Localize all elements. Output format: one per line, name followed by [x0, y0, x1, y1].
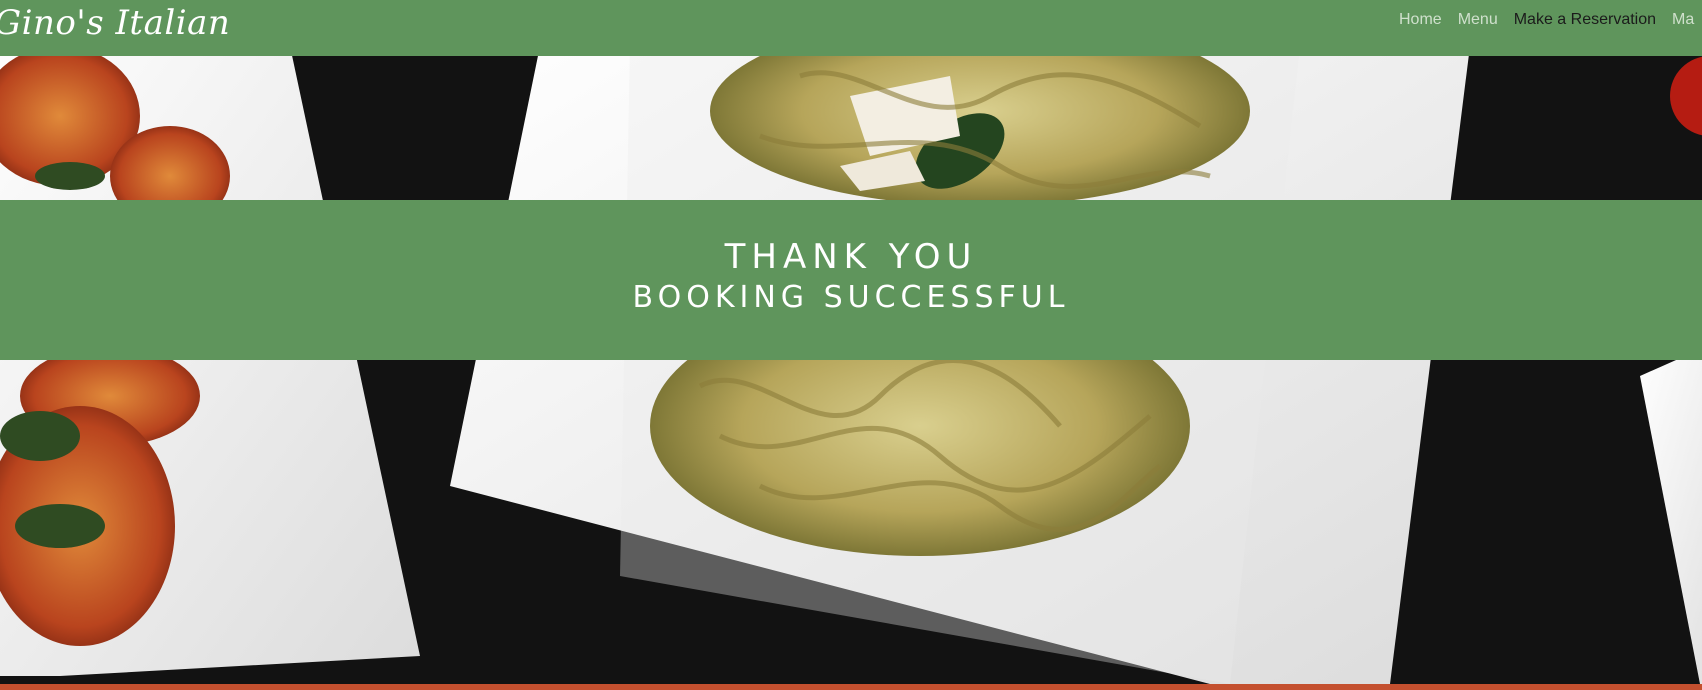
confirmation-banner: THANK YOU BOOKING SUCCESSFUL — [0, 200, 1702, 360]
nav-link-make-reservation[interactable]: Make a Reservation — [1514, 11, 1656, 29]
food-photo-illustration — [0, 56, 1702, 684]
nav-link-truncated[interactable]: Ma — [1672, 11, 1694, 29]
banner-title: THANK YOU — [724, 237, 978, 277]
nav-link-home[interactable]: Home — [1399, 11, 1442, 29]
brand-logo[interactable]: Gino's Italian — [0, 0, 230, 46]
nav-link-menu[interactable]: Menu — [1458, 11, 1498, 29]
nav-menu: Home Menu Make a Reservation Ma — [1399, 0, 1702, 40]
hero-food-photo — [0, 56, 1702, 684]
top-navbar: Gino's Italian Home Menu Make a Reservat… — [0, 0, 1702, 56]
banner-subtitle: BOOKING SUCCESSFUL — [632, 280, 1070, 315]
footer-accent-bar — [0, 684, 1702, 690]
